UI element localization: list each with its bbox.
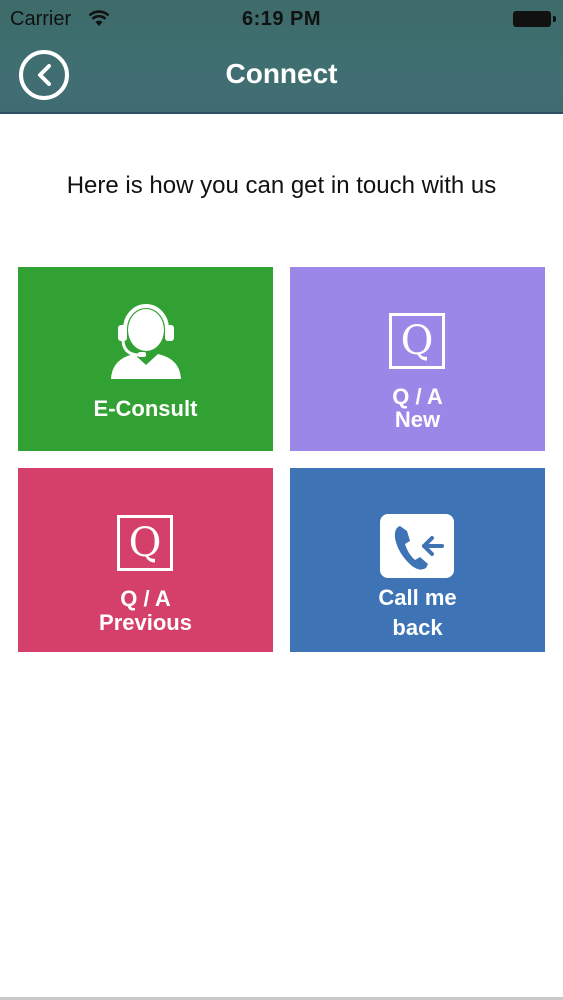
battery-icon [513, 11, 556, 27]
qa-new-label-line2: New [394, 407, 441, 432]
qa-previous-label-line1: Q / A [120, 586, 171, 611]
econsult-tile[interactable]: E-Consult [18, 267, 273, 451]
status-bar: Carrier 6:19 PM [0, 0, 563, 38]
phone-incoming-icon [380, 514, 454, 578]
call-me-back-tile[interactable]: Call me back [290, 468, 545, 652]
qa-new-tile[interactable]: Q Q / A New [290, 267, 545, 451]
status-time: 6:19 PM [241, 8, 322, 30]
qa-new-label-line1: Q / A [392, 384, 443, 409]
page-title: Connect [225, 58, 338, 89]
q-box-icon: Q [117, 515, 173, 571]
qa-previous-tile[interactable]: Q Q / A Previous [18, 468, 273, 652]
headset-agent-icon [111, 304, 181, 379]
q-box-icon: Q [389, 313, 445, 369]
page-subtitle: Here is how you can get in touch with us [66, 172, 497, 199]
call-me-back-label-line2: back [392, 615, 443, 640]
econsult-label: E-Consult [93, 396, 198, 421]
call-me-back-label-line1: Call me [378, 585, 457, 610]
qa-previous-label-line2: Previous [99, 610, 192, 635]
nav-header: Carrier 6:19 PM Connect [0, 0, 563, 114]
